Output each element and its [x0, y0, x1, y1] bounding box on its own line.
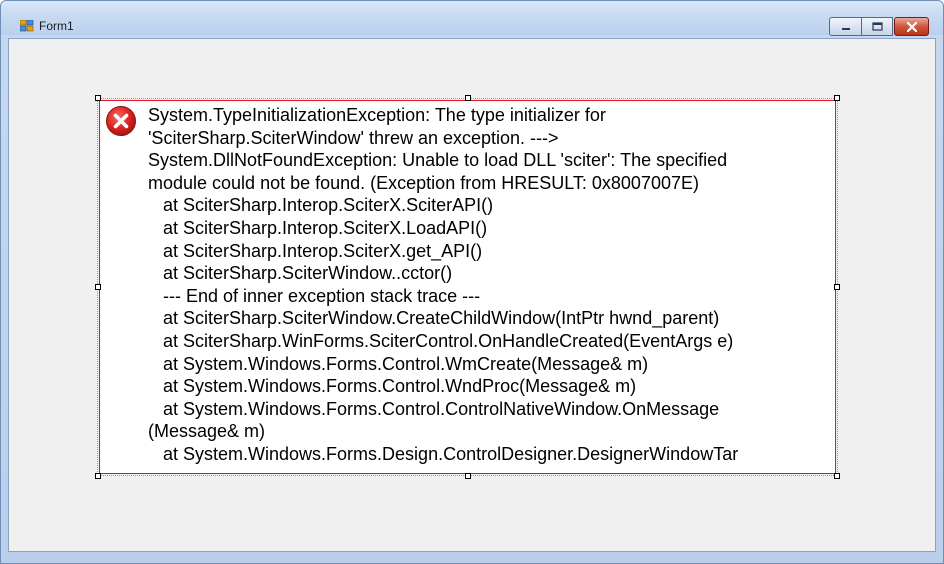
- exception-line: System.TypeInitializationException: The …: [148, 105, 606, 125]
- exception-line: module could not be found. (Exception fr…: [148, 172, 699, 193]
- minimize-button[interactable]: [829, 17, 862, 36]
- resize-handle-bottom-left[interactable]: [95, 473, 101, 479]
- exception-line: at SciterSharp.Interop.SciterX.SciterAPI…: [148, 195, 494, 216]
- resize-handle-top[interactable]: [465, 95, 471, 101]
- exception-line: at System.Windows.Forms.Control.ControlN…: [148, 398, 720, 419]
- title-bar[interactable]: Form1: [1, 1, 943, 36]
- resize-handle-bottom-right[interactable]: [834, 473, 840, 479]
- exception-line: at SciterSharp.SciterWindow.CreateChildW…: [148, 308, 720, 329]
- form-icon: [20, 20, 34, 32]
- exception-line: at System.Windows.Forms.Design.ControlDe…: [148, 443, 739, 464]
- exception-line: at SciterSharp.SciterWindow..cctor(): [148, 263, 453, 284]
- exception-line: at SciterSharp.WinForms.SciterControl.On…: [148, 330, 734, 351]
- exception-line: at SciterSharp.Interop.SciterX.LoadAPI(): [148, 217, 488, 238]
- resize-handle-bottom[interactable]: [465, 473, 471, 479]
- window-title: Form1: [39, 19, 74, 33]
- resize-handle-left[interactable]: [95, 284, 101, 290]
- exception-line: at SciterSharp.Interop.SciterX.get_API(): [148, 240, 483, 261]
- resize-handle-top-right[interactable]: [834, 95, 840, 101]
- close-button[interactable]: [894, 17, 929, 36]
- maximize-icon: [871, 22, 883, 31]
- minimize-icon: [841, 27, 850, 30]
- exception-line: System.DllNotFoundException: Unable to l…: [148, 150, 728, 171]
- resize-handle-right[interactable]: [834, 284, 840, 290]
- exception-message: System.TypeInitializationException: The …: [148, 104, 838, 466]
- exception-line: at System.Windows.Forms.Control.WmCreate…: [148, 353, 649, 374]
- resize-handle-top-left[interactable]: [95, 95, 101, 101]
- close-icon: [906, 21, 917, 32]
- exception-line: (Message& m): [148, 421, 266, 442]
- maximize-button[interactable]: [861, 17, 893, 36]
- exception-line: 'SciterSharp.SciterWindow' threw an exce…: [148, 127, 559, 148]
- exception-line: --- End of inner exception stack trace -…: [148, 285, 481, 306]
- exception-line: at System.Windows.Forms.Control.WndProc(…: [148, 376, 637, 397]
- error-icon: [106, 106, 136, 136]
- sciter-control-error-panel[interactable]: System.TypeInitializationException: The …: [97, 98, 838, 476]
